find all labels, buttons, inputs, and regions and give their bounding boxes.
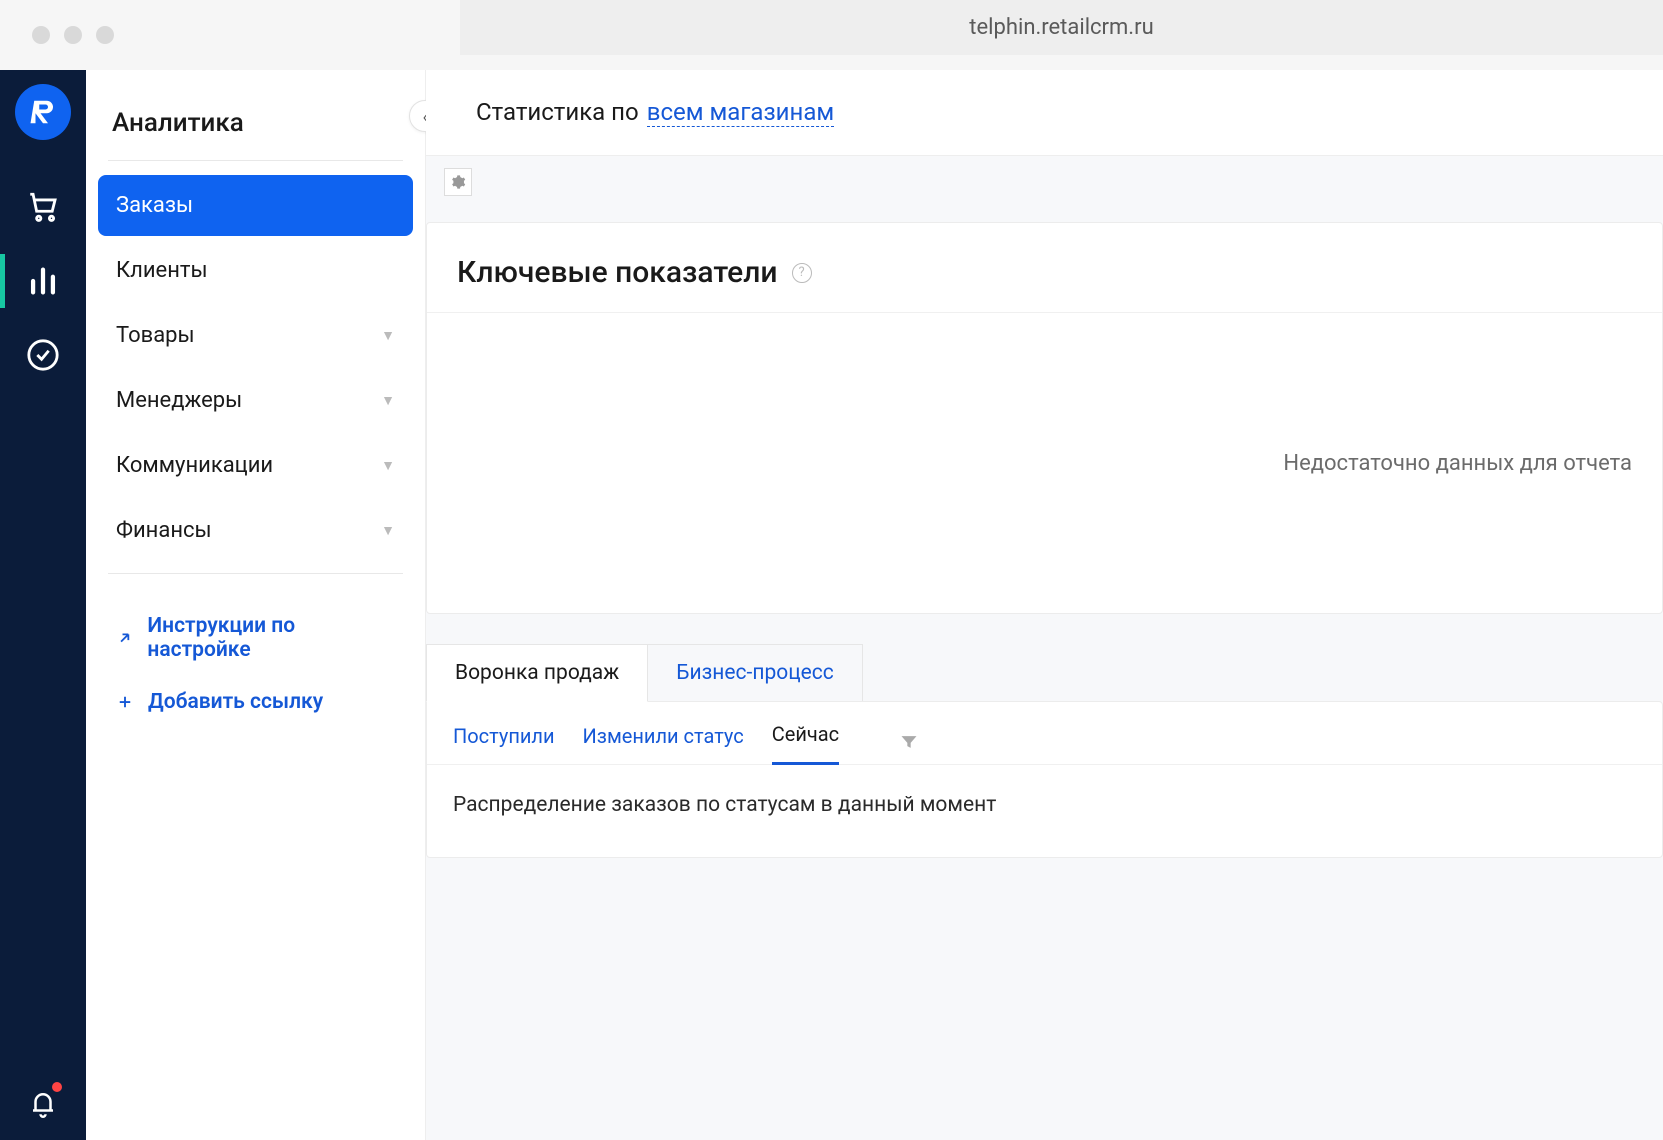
submenu-panel: Аналитика Заказы Клиенты Товары ▼ Менедж… [86,70,426,1140]
funnel-section: Воронка продаж Бизнес-процесс Поступили … [426,644,1663,859]
tab-label: Изменили статус [583,724,744,748]
link-instructions[interactable]: Инструкции по настройке [108,600,403,676]
submenu-item-communications[interactable]: Коммуникации ▼ [98,435,413,496]
cart-icon [26,190,60,224]
store-filter-link[interactable]: всем магазинам [647,98,835,127]
browser-chrome: telphin.retailcrm.ru [0,0,1663,70]
help-icon[interactable]: ? [792,263,812,283]
submenu-item-clients[interactable]: Клиенты [98,240,413,301]
tab-now[interactable]: Сейчас [772,722,839,765]
link-label: Инструкции по настройке [147,614,395,662]
content-header: Статистика по всем магазинам [426,70,1663,156]
chevron-down-icon: ▼ [381,392,395,409]
submenu-item-managers[interactable]: Менеджеры ▼ [98,370,413,431]
tab-label: Сейчас [772,722,839,746]
kpi-empty-message: Недостаточно данных для отчета [1283,451,1632,476]
kpi-title: Ключевые показатели [457,255,778,290]
funnel-description: Распределение заказов по статусам в данн… [427,764,1662,857]
submenu-item-label: Заказы [116,193,193,218]
nav-analytics[interactable] [0,244,86,318]
checkmark-circle-icon [26,338,60,372]
link-label: Добавить ссылку [148,690,323,714]
address-bar[interactable]: telphin.retailcrm.ru [460,0,1663,55]
window-controls [32,26,114,44]
maximize-dot[interactable] [96,26,114,44]
logo-icon [28,97,58,127]
tab-label: Воронка продаж [455,661,619,685]
tab-label: Бизнес-процесс [676,661,834,685]
filter-button[interactable] [899,732,919,756]
nav-rail [0,70,86,1140]
minor-tabs: Поступили Изменили статус Сейчас [427,702,1662,765]
chevron-down-icon: ▼ [381,457,395,474]
nav-tasks[interactable] [0,318,86,392]
bell-icon [28,1088,58,1118]
content-area: Статистика по всем магазинам Ключевые по… [426,70,1663,1140]
kpi-card: Ключевые показатели ? Недостаточно данны… [426,222,1663,614]
submenu-item-orders[interactable]: Заказы [98,175,413,236]
tab-status-changed[interactable]: Изменили статус [583,724,744,764]
nav-notifications[interactable] [0,1066,86,1140]
submenu-item-products[interactable]: Товары ▼ [98,305,413,366]
submenu-item-label: Менеджеры [116,388,242,413]
close-dot[interactable] [32,26,50,44]
submenu-item-finance[interactable]: Финансы ▼ [98,500,413,561]
link-add[interactable]: Добавить ссылку [108,676,403,728]
filter-icon [899,732,919,752]
major-tabs: Воронка продаж Бизнес-процесс [426,644,1663,702]
tab-label: Поступили [453,724,555,748]
tab-sales-funnel[interactable]: Воронка продаж [426,644,648,702]
plus-icon [116,693,134,711]
submenu-item-label: Товары [116,323,195,348]
nav-cart[interactable] [0,170,86,244]
analytics-icon [26,264,60,298]
chevron-down-icon: ▼ [381,522,395,539]
url-text: telphin.retailcrm.ru [969,15,1153,40]
divider [108,573,403,574]
submenu-title: Аналитика [98,100,413,160]
submenu-item-label: Клиенты [116,258,208,283]
app-logo[interactable] [15,84,71,140]
tab-received[interactable]: Поступили [453,724,555,764]
tab-business-process[interactable]: Бизнес-процесс [647,644,863,702]
submenu-item-label: Финансы [116,518,212,543]
gear-icon [450,174,466,190]
header-prefix: Статистика по [476,98,639,126]
chevron-down-icon: ▼ [381,327,395,344]
notification-badge [52,1082,62,1092]
external-link-icon [116,629,133,647]
widget-settings-button[interactable] [444,168,472,196]
submenu-item-label: Коммуникации [116,453,273,478]
divider [108,160,403,161]
minimize-dot[interactable] [64,26,82,44]
